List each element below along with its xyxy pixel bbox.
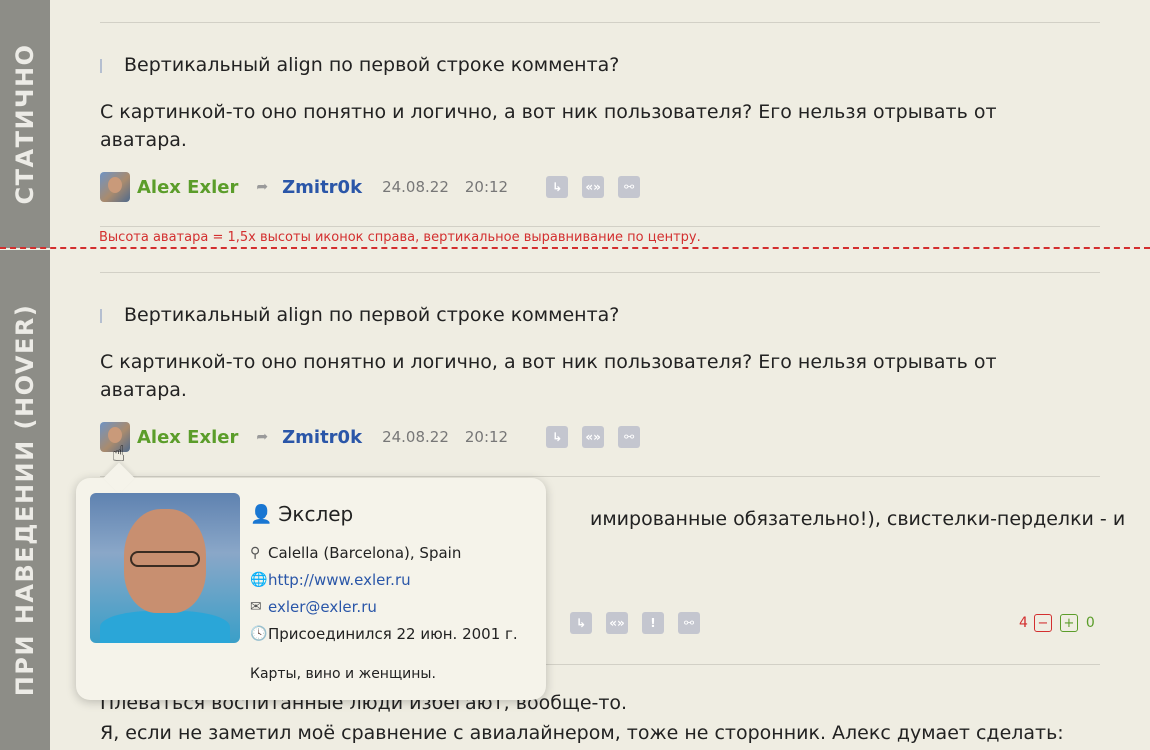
user-icon: 👤 xyxy=(250,503,273,525)
reply-to-link[interactable]: Zmitr0k xyxy=(282,427,362,448)
user-email[interactable]: ✉ exler@exler.ru xyxy=(250,598,377,616)
comment-body-line: Я, если не заметил моё сравнение с авиал… xyxy=(100,722,1064,744)
comment-date: 24.08.22 xyxy=(382,178,449,196)
comment-meta: Alex Exler ➦ Zmitr0k 24.08.22 20:12 ↳ «»… xyxy=(100,421,641,453)
divider xyxy=(100,272,1100,273)
user-hover-card: 👤 Экслер ⚲ Calella (Barcelona), Spain 🌐 … xyxy=(76,478,546,700)
vote-down-button[interactable]: − xyxy=(1033,614,1052,632)
comment-quote: Вертикальный align по первой строке комм… xyxy=(100,54,619,76)
comment-body: С картинкой-то оно понятно и логично, а … xyxy=(100,101,997,151)
reply-icon[interactable]: ↳ xyxy=(546,426,569,448)
website-link[interactable]: http://www.exler.ru xyxy=(268,571,411,589)
user-location: ⚲ Calella (Barcelona), Spain xyxy=(250,544,462,562)
globe-icon: 🌐 xyxy=(250,572,268,588)
user-name-text: Экслер xyxy=(278,502,354,526)
divider xyxy=(100,476,1100,477)
report-icon[interactable]: ! xyxy=(642,612,664,634)
link-icon[interactable]: ⚯ xyxy=(618,426,641,448)
quote-text: Вертикальный align по первой строке комм… xyxy=(124,54,620,76)
map-pin-icon: ⚲ xyxy=(250,545,261,561)
link-icon[interactable]: ⚯ xyxy=(678,612,700,634)
divider xyxy=(100,226,1100,227)
quote-text: Вертикальный align по первой строке комм… xyxy=(124,304,620,326)
envelope-icon: ✉ xyxy=(250,599,262,615)
avatar[interactable] xyxy=(100,172,130,202)
reply-icon[interactable]: ↳ xyxy=(546,176,569,198)
reply-icon[interactable]: ↳ xyxy=(570,612,592,634)
link-icon[interactable]: ⚯ xyxy=(618,176,641,198)
sidebar-static: СТАТИЧНО xyxy=(0,0,50,248)
quote-icon[interactable]: «» xyxy=(582,426,605,448)
user-name: 👤 Экслер xyxy=(250,502,353,526)
comment-actions: ↳ «» ! ⚯ xyxy=(570,612,700,634)
quote-icon[interactable]: «» xyxy=(582,176,605,198)
comment-meta: Alex Exler ➦ Zmitr0k 24.08.22 20:12 ↳ «»… xyxy=(100,171,641,203)
annotation-note: Высота аватара = 1,5х высоты иконок спра… xyxy=(99,230,701,245)
user-photo xyxy=(90,493,240,643)
votes: 4 − + 0 xyxy=(1019,614,1095,632)
votes-plus-count: 0 xyxy=(1085,615,1095,631)
reply-arrow-icon: ➦ xyxy=(256,429,269,445)
sidebar-hover-label: ПРИ НАВЕДЕНИИ (HOVER) xyxy=(11,303,39,697)
reply-arrow-icon: ➦ xyxy=(256,179,269,195)
section-separator xyxy=(0,247,1150,249)
sidebar-hover: ПРИ НАВЕДЕНИИ (HOVER) xyxy=(0,250,50,750)
comment-body: С картинкой-то оно понятно и логично, а … xyxy=(100,351,997,401)
sidebar-static-label: СТАТИЧНО xyxy=(11,43,39,205)
user-website[interactable]: 🌐 http://www.exler.ru xyxy=(250,571,411,589)
vote-up-button[interactable]: + xyxy=(1059,614,1078,632)
quote-icon[interactable]: «» xyxy=(606,612,628,634)
comment-date: 24.08.22 xyxy=(382,428,449,446)
quote-bar xyxy=(100,58,102,73)
author-link[interactable]: Alex Exler xyxy=(137,427,238,448)
divider xyxy=(100,22,1100,23)
quote-bar xyxy=(100,308,102,323)
user-motto: Карты, вино и женщины. xyxy=(250,666,436,682)
comment-time: 20:12 xyxy=(464,428,509,446)
author-link[interactable]: Alex Exler xyxy=(137,177,238,198)
comment-time: 20:12 xyxy=(464,178,509,196)
reply-to-link[interactable]: Zmitr0k xyxy=(282,177,362,198)
clock-icon: 🕓 xyxy=(250,626,268,642)
comment-quote: Вертикальный align по первой строке комм… xyxy=(100,304,619,326)
votes-minus-count: 4 xyxy=(1019,615,1028,631)
user-joined: 🕓 Присоединился 22 июн. 2001 г. xyxy=(250,625,518,643)
email-link[interactable]: exler@exler.ru xyxy=(268,598,377,616)
comment-body-partial: имированные обязательно!), свистелки-пер… xyxy=(590,508,1126,530)
